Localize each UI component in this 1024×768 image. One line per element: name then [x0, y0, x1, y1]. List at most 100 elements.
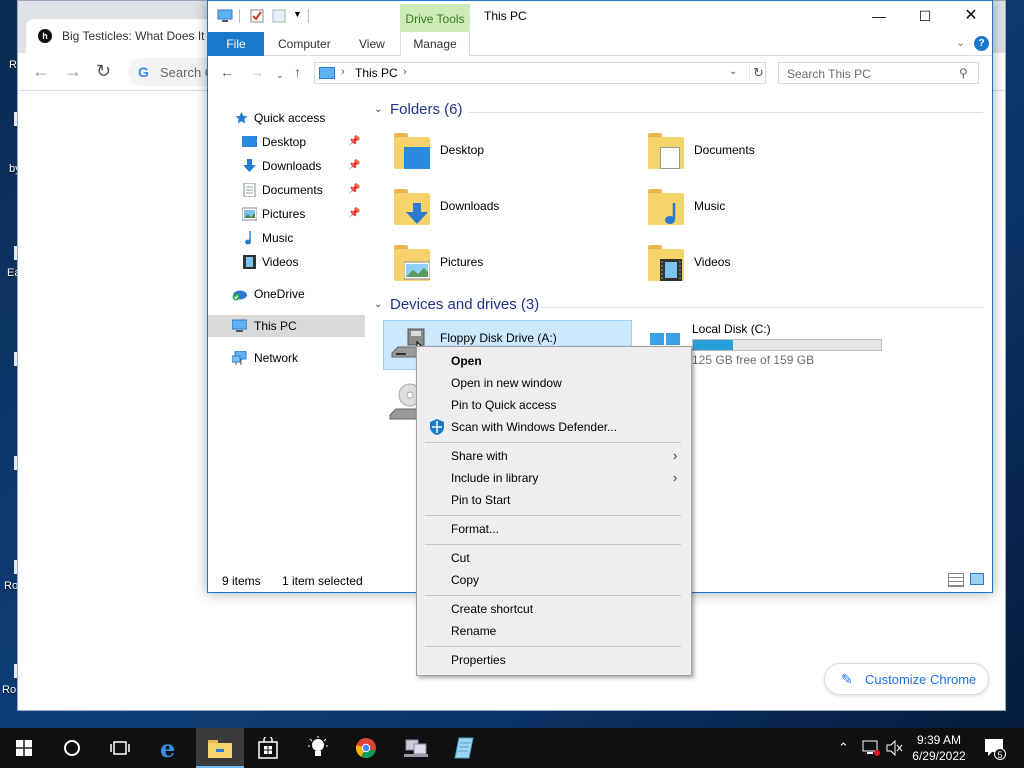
- store-taskbar-button[interactable]: [244, 728, 292, 768]
- pin-icon[interactable]: 📌: [348, 155, 360, 177]
- menu-item-scan-defender[interactable]: Scan with Windows Defender...: [419, 416, 689, 438]
- menu-item-share-with[interactable]: Share with ›: [419, 445, 689, 467]
- drive-label: Local Disk (C:): [692, 322, 771, 336]
- desktop-label: Ro: [2, 684, 17, 696]
- file-explorer-taskbar-button[interactable]: [196, 728, 244, 768]
- properties-check-icon[interactable]: [250, 9, 264, 23]
- new-folder-icon[interactable]: [272, 9, 286, 23]
- folder-documents[interactable]: Documents: [640, 127, 880, 175]
- devices-group-title: Devices and drives (3): [390, 296, 540, 313]
- nav-onedrive[interactable]: OneDrive: [208, 283, 365, 305]
- close-button[interactable]: ✕: [948, 1, 994, 32]
- videos-folder-icon: [648, 243, 684, 283]
- forward-arrow-icon[interactable]: →: [250, 63, 264, 81]
- context-menu: Open Open in new window Pin to Quick acc…: [416, 346, 692, 676]
- menu-item-include-library[interactable]: Include in library ›: [419, 467, 689, 489]
- nav-this-pc[interactable]: This PC: [208, 315, 365, 337]
- menu-item-cut[interactable]: Cut: [419, 547, 689, 569]
- edge-taskbar-button[interactable]: e: [146, 728, 194, 768]
- search-input[interactable]: Search This PC ⚲: [778, 62, 979, 84]
- menu-item-open-new-window[interactable]: Open in new window: [419, 372, 689, 394]
- large-icons-view-icon[interactable]: [970, 573, 984, 585]
- onedrive-cloud-icon: [232, 290, 247, 301]
- network-computers-icon: [404, 739, 428, 757]
- tips-taskbar-button[interactable]: [294, 728, 342, 768]
- nav-music[interactable]: Music: [208, 227, 365, 249]
- chrome-taskbar-button[interactable]: [342, 728, 390, 768]
- back-arrow-icon[interactable]: ←: [32, 61, 50, 81]
- folder-videos[interactable]: Videos: [640, 239, 880, 287]
- app-taskbar-button[interactable]: [440, 728, 488, 768]
- collapse-chevron-icon[interactable]: ⌄: [374, 104, 382, 115]
- expand-ribbon-chevron-icon[interactable]: ⌄: [956, 36, 965, 49]
- breadcrumb-separator-icon[interactable]: ›: [341, 66, 345, 78]
- folder-desktop[interactable]: Desktop: [386, 127, 626, 175]
- document-icon: [243, 183, 256, 197]
- menu-item-format[interactable]: Format...: [419, 518, 689, 540]
- minimize-button[interactable]: —: [856, 1, 902, 32]
- notepad-icon: [454, 737, 474, 759]
- maximize-button[interactable]: ☐: [902, 1, 948, 32]
- tab-computer[interactable]: Computer: [278, 32, 331, 56]
- folder-label: Music: [694, 199, 726, 213]
- desktop-folder-icon: [394, 131, 430, 171]
- customize-qat-chevron-icon[interactable]: ▼: [293, 9, 302, 19]
- folder-pictures[interactable]: Pictures: [386, 239, 626, 287]
- menu-separator: [425, 595, 681, 596]
- menu-item-rename[interactable]: Rename: [419, 620, 689, 642]
- breadcrumb-this-pc[interactable]: This PC: [355, 66, 398, 80]
- nav-videos[interactable]: Videos: [208, 251, 365, 273]
- menu-item-open[interactable]: Open: [419, 350, 689, 372]
- taskbar-clock[interactable]: 9:39 AM 6/29/2022: [906, 732, 972, 764]
- menu-item-copy[interactable]: Copy: [419, 569, 689, 591]
- address-dropdown-chevron-icon[interactable]: ⌄: [729, 66, 737, 77]
- up-arrow-icon[interactable]: ↑: [294, 63, 301, 81]
- tab-view[interactable]: View: [359, 32, 385, 56]
- nav-label: Network: [254, 351, 299, 365]
- nav-network[interactable]: Network: [208, 347, 365, 369]
- nav-pictures[interactable]: Pictures 📌: [208, 203, 365, 225]
- task-view-button[interactable]: [96, 728, 144, 768]
- volume-muted-icon[interactable]: [886, 740, 904, 756]
- search-taskbar-button[interactable]: [48, 728, 96, 768]
- refresh-icon[interactable]: ↻: [749, 65, 764, 81]
- tab-file[interactable]: File: [208, 32, 264, 56]
- folder-downloads[interactable]: Downloads: [386, 183, 626, 231]
- show-hidden-icons-chevron-icon[interactable]: ⌃: [838, 740, 849, 756]
- pin-icon[interactable]: 📌: [348, 179, 360, 201]
- app-taskbar-button[interactable]: [392, 728, 440, 768]
- lightbulb-icon: [308, 736, 328, 756]
- breadcrumb-separator-icon[interactable]: ›: [403, 66, 407, 78]
- network-status-icon[interactable]: [862, 740, 880, 756]
- menu-item-properties[interactable]: Properties: [419, 649, 689, 671]
- recent-locations-chevron-icon[interactable]: ⌄: [276, 66, 284, 84]
- help-icon[interactable]: ?: [974, 36, 989, 51]
- title-bar[interactable]: ▼ Drive Tools This PC — ☐ ✕: [208, 1, 992, 32]
- forward-arrow-icon[interactable]: →: [64, 61, 82, 81]
- folder-music[interactable]: Music: [640, 183, 880, 231]
- customize-chrome-button[interactable]: ✎ Customize Chrome: [824, 663, 989, 695]
- nav-desktop[interactable]: Desktop 📌: [208, 131, 365, 153]
- pictures-icon: [242, 207, 257, 221]
- menu-item-pin-quick-access[interactable]: Pin to Quick access: [419, 394, 689, 416]
- nav-downloads[interactable]: Downloads 📌: [208, 155, 365, 177]
- pin-icon[interactable]: 📌: [348, 131, 360, 153]
- menu-item-pin-start[interactable]: Pin to Start: [419, 489, 689, 511]
- reload-icon[interactable]: ↻: [96, 61, 111, 81]
- menu-item-create-shortcut[interactable]: Create shortcut: [419, 598, 689, 620]
- nav-documents[interactable]: Documents 📌: [208, 179, 365, 201]
- task-view-icon: [110, 741, 130, 755]
- downloads-folder-icon: [394, 187, 430, 227]
- back-arrow-icon[interactable]: ←: [220, 63, 234, 81]
- drive-free-space: 125 GB free of 159 GB: [692, 353, 815, 367]
- address-bar[interactable]: › This PC › ⌄ ↻: [314, 62, 766, 84]
- music-note-icon: [245, 231, 251, 245]
- tab-manage[interactable]: Manage: [400, 32, 470, 56]
- pin-icon[interactable]: 📌: [348, 203, 360, 225]
- start-button[interactable]: [0, 728, 48, 768]
- collapse-chevron-icon[interactable]: ⌄: [374, 299, 382, 310]
- nav-quick-access[interactable]: Quick access: [208, 107, 365, 129]
- details-view-icon[interactable]: [948, 573, 964, 587]
- nav-label: Pictures: [262, 207, 306, 221]
- chrome-tab[interactable]: h Big Testicles: What Does It M: [26, 19, 226, 53]
